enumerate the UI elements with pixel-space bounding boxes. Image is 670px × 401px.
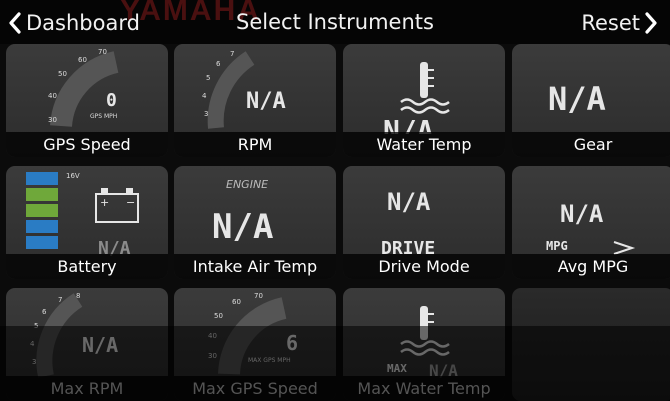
- mpg-caption: MPG: [546, 239, 568, 253]
- gps-speed-value: 0: [106, 90, 117, 111]
- gauge-tick: 30: [48, 116, 57, 124]
- gauge-tick: 60: [78, 56, 87, 64]
- tile-gear[interactable]: N/A Gear: [512, 44, 670, 157]
- battery-icon: 16V + − N/A: [26, 172, 139, 256]
- top-bar: YAMAHA Dashboard Select Instruments Rese…: [0, 0, 670, 44]
- tile-label: Intake Air Temp: [174, 254, 336, 279]
- tile-label: Avg MPG: [512, 254, 670, 279]
- reset-button[interactable]: Reset: [581, 9, 660, 37]
- speedometer-gauge-icon: 30 40 50 60 70 0 GPS MPH: [48, 48, 119, 128]
- tile-label: Max Water Temp: [343, 376, 505, 401]
- tile-rpm[interactable]: 3 4 5 6 7 N/A RPM: [174, 44, 336, 157]
- tile-avg-mpg[interactable]: N/A MPG Avg MPG: [512, 166, 670, 279]
- chevron-right-icon: [645, 12, 657, 34]
- gauge-tick: 50: [58, 70, 67, 78]
- engine-caption: ENGINE: [226, 178, 268, 191]
- page-title: Select Instruments: [236, 10, 434, 34]
- tile-label: Max RPM: [6, 376, 168, 401]
- tile-drive-mode[interactable]: N/A DRIVE Drive Mode: [343, 166, 505, 279]
- thermometer-icon: MAX N/A: [387, 306, 458, 378]
- tile-label: Max GPS Speed: [174, 376, 336, 401]
- max-rpm-value: N/A: [82, 333, 118, 357]
- tile-label: Water Temp: [343, 132, 505, 157]
- fuel-arrow-icon: [613, 241, 636, 255]
- tile-water-temp[interactable]: N/A Water Temp: [343, 44, 505, 157]
- tile-label: Gear: [512, 132, 670, 157]
- instrument-grid: 30 40 50 60 70 0 GPS MPH GPS Speed 3 4 5…: [6, 44, 670, 401]
- gauge-tick: 60: [232, 298, 241, 306]
- svg-text:+: +: [100, 196, 109, 209]
- drive-mode-display: N/A DRIVE: [381, 188, 435, 256]
- gauge-tick: 40: [48, 92, 57, 100]
- gauge-tick: 30: [208, 352, 217, 360]
- reset-label: Reset: [581, 11, 640, 35]
- tile-max-gps-speed[interactable]: 30 40 50 60 70 6 MAX GPS MPH Max GPS Spe…: [174, 288, 336, 401]
- gauge-tick: 70: [254, 292, 263, 300]
- gauge-tick: 6: [42, 308, 47, 316]
- tile-label: Battery: [6, 254, 168, 279]
- gauge-tick: 70: [98, 48, 107, 56]
- tile-label: GPS Speed: [6, 132, 168, 157]
- gps-speed-unit: GPS MPH: [90, 113, 117, 120]
- gauge-tick: 7: [230, 50, 234, 58]
- gear-value: N/A: [548, 80, 606, 118]
- gauge-tick: 3: [32, 358, 36, 366]
- intake-air-temp-value: N/A: [212, 207, 273, 247]
- gauge-tick: 5: [34, 322, 38, 330]
- tile-max-water-temp[interactable]: MAX N/A Max Water Temp: [343, 288, 505, 401]
- tile-label: Drive Mode: [343, 254, 505, 279]
- gauge-tick: 3: [204, 110, 208, 118]
- avg-mpg-value: N/A: [560, 200, 604, 228]
- gauge-tick: 50: [214, 312, 223, 320]
- max-caption: MAX: [387, 362, 407, 375]
- tile-battery[interactable]: 16V + − N/A Battery: [6, 166, 168, 279]
- tachometer-gauge-icon: 3 4 5 6 7 N/A: [202, 50, 286, 129]
- tile-intake-air-temp[interactable]: ENGINE N/A Intake Air Temp: [174, 166, 336, 279]
- gauge-tick: 40: [208, 332, 217, 340]
- gauge-tick: 4: [202, 92, 207, 100]
- battery-scale-label: 16V: [66, 172, 80, 180]
- rpm-value: N/A: [246, 89, 286, 114]
- gauge-tick: 6: [216, 60, 221, 68]
- tile-max-rpm[interactable]: 3 4 5 6 7 8 N/A Max RPM: [6, 288, 168, 401]
- gauge-tick: 7: [58, 296, 62, 304]
- gear-indicator: N/A: [548, 80, 606, 118]
- speedometer-gauge-icon: 30 40 50 60 70 6 MAX GPS MPH: [208, 292, 298, 375]
- gauge-tick: 5: [206, 74, 210, 82]
- empty-tile-slot: [512, 288, 670, 401]
- gauge-tick: 8: [76, 292, 80, 300]
- intake-air-temp-display: ENGINE N/A: [212, 178, 273, 247]
- max-gps-speed-unit: MAX GPS MPH: [248, 357, 291, 364]
- max-gps-speed-value: 6: [286, 331, 298, 355]
- drive-mode-value: N/A: [387, 188, 431, 216]
- water-temp-value: N/A: [383, 114, 434, 134]
- avg-mpg-display: N/A MPG: [546, 200, 636, 255]
- tachometer-gauge-icon: 3 4 5 6 7 8 N/A: [30, 292, 118, 378]
- gauge-tick: 4: [30, 340, 35, 348]
- thermometer-icon: N/A: [383, 62, 450, 134]
- svg-text:−: −: [126, 196, 135, 209]
- tile-label: RPM: [174, 132, 336, 157]
- tile-gps-speed[interactable]: 30 40 50 60 70 0 GPS MPH GPS Speed: [6, 44, 168, 157]
